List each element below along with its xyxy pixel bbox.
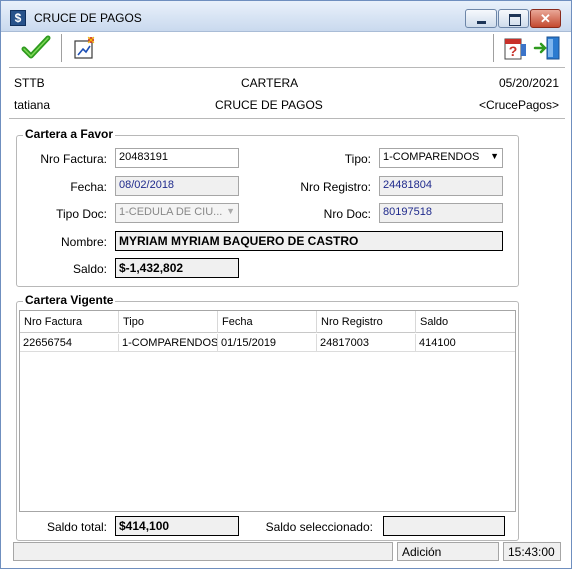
accept-button[interactable]: [21, 34, 51, 62]
table-row[interactable]: 22656754 1-COMPARENDOS 01/15/2019 248170…: [20, 334, 515, 352]
chevron-down-icon: ▼: [490, 151, 499, 161]
column-header[interactable]: Nro Registro: [317, 311, 416, 333]
help-icon: ?: [504, 38, 526, 60]
minimize-button[interactable]: [465, 9, 497, 28]
table-cell: 24817003: [317, 334, 416, 352]
maximize-button[interactable]: [498, 9, 529, 28]
nro-doc-label: Nro Doc:: [323, 207, 371, 221]
nro-factura-label: Nro Factura:: [40, 152, 107, 166]
fecha-label: Fecha:: [70, 180, 107, 194]
nro-registro-field: 24481804: [379, 176, 503, 196]
chevron-down-icon: ▼: [226, 206, 235, 216]
tipo-doc-label: Tipo Doc:: [56, 207, 107, 221]
nombre-label: Nombre:: [60, 235, 107, 249]
column-header[interactable]: Tipo: [119, 311, 218, 333]
cruce-pagos-window: $ CRUCE DE PAGOS ✕ ? STTB CARTERA 05/20/…: [0, 0, 572, 569]
user-name: tatiana: [14, 98, 51, 112]
status-time: 15:43:00: [503, 542, 561, 561]
form-code: <CrucePagos>: [478, 98, 559, 112]
saldo-field: $-1,432,802: [115, 258, 239, 278]
report-icon: [74, 36, 95, 59]
app-dollar-icon: $: [10, 10, 26, 26]
column-header[interactable]: Saldo: [416, 311, 515, 333]
svg-text:?: ?: [509, 43, 518, 59]
tipo-select-value: 1-COMPARENDOS: [383, 151, 480, 163]
table-cell: 22656754: [20, 334, 119, 352]
window-title: CRUCE DE PAGOS: [34, 11, 142, 25]
tipo-select[interactable]: 1-COMPARENDOS ▼: [379, 148, 503, 168]
status-bar: Adición 15:43:00: [9, 540, 565, 564]
saldo-total-field: $414,100: [115, 516, 239, 536]
close-button[interactable]: ✕: [530, 9, 561, 28]
module-name: CARTERA: [241, 76, 299, 90]
tipo-doc-select-value: 1-CEDULA DE CIU...: [119, 206, 223, 218]
exit-button[interactable]: [533, 34, 563, 62]
toolbar-separator: [61, 34, 63, 62]
nro-doc-field: 80197518: [379, 203, 503, 223]
tipo-doc-select: 1-CEDULA DE CIU... ▼: [115, 203, 239, 223]
toolbar: ?: [9, 32, 565, 65]
cartera-vigente-grid[interactable]: Nro Factura Tipo Fecha Nro Registro Sald…: [19, 310, 516, 512]
status-mode: Adición: [397, 542, 499, 561]
column-header[interactable]: Nro Factura: [20, 311, 119, 333]
fecha-field: 08/02/2018: [115, 176, 239, 196]
nombre-field: MYRIAM MYRIAM BAQUERO DE CASTRO: [115, 231, 503, 251]
table-cell: 1-COMPARENDOS: [119, 334, 218, 352]
table-cell: 01/15/2019: [218, 334, 317, 352]
report-button[interactable]: [69, 34, 99, 62]
tipo-label: Tipo:: [344, 152, 371, 166]
saldo-label: Saldo:: [72, 262, 107, 276]
toolbar-separator: [493, 34, 495, 62]
table-cell: 414100: [419, 337, 456, 349]
header-date: 05/20/2021: [498, 76, 559, 90]
grid-header: Nro Factura Tipo Fecha Nro Registro Sald…: [20, 311, 515, 333]
help-button[interactable]: ?: [501, 34, 531, 62]
column-header[interactable]: Fecha: [218, 311, 317, 333]
saldo-total-label: Saldo total:: [46, 520, 107, 534]
nro-registro-label: Nro Registro:: [300, 180, 371, 194]
form-name: CRUCE DE PAGOS: [215, 98, 323, 112]
saldo-seleccionado-field: [383, 516, 505, 536]
checkmark-icon: [21, 35, 51, 59]
close-icon: ✕: [540, 11, 551, 26]
company-name: STTB: [14, 76, 45, 90]
info-header: STTB CARTERA 05/20/2021 tatiana CRUCE DE…: [9, 67, 565, 119]
title-bar[interactable]: $ CRUCE DE PAGOS ✕: [1, 1, 571, 32]
status-message: [13, 542, 393, 561]
saldo-seleccionado-label: Saldo seleccionado:: [265, 520, 373, 534]
cartera-a-favor-title: Cartera a Favor: [23, 127, 116, 141]
exit-door-icon: [533, 36, 560, 60]
nro-factura-input[interactable]: 20483191: [115, 148, 239, 168]
cartera-vigente-title: Cartera Vigente: [23, 293, 116, 307]
